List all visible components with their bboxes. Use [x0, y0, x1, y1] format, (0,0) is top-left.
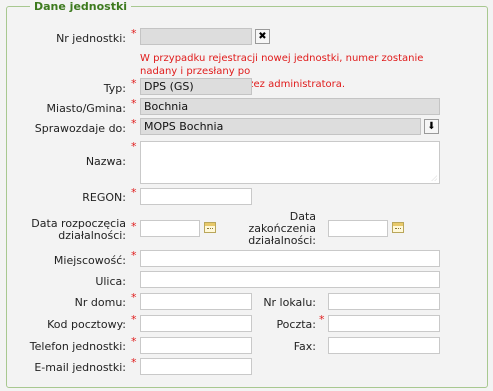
- nr-domu-input[interactable]: [140, 293, 252, 310]
- sprawozdaje-do-field: MOPS Bochnia: [140, 118, 421, 135]
- nr-jednostki-label: Nr jednostki:: [56, 32, 126, 45]
- required-marker: *: [131, 291, 137, 304]
- email-input[interactable]: [140, 358, 252, 375]
- resize-grip-icon[interactable]: [431, 175, 437, 181]
- typ-field: DPS (GS): [140, 78, 252, 95]
- sprawozdaje-do-label: Sprawozdaje do:: [34, 122, 126, 135]
- required-marker: *: [131, 220, 137, 233]
- nr-domu-label: Nr domu:: [74, 296, 126, 309]
- typ-label: Typ:: [103, 82, 126, 95]
- required-marker: *: [131, 27, 137, 40]
- poczta-label: Poczta:: [276, 318, 316, 331]
- nr-jednostki-field: [140, 28, 252, 45]
- data-zakonczenia-label: Data zakończenia działalności:: [248, 210, 316, 247]
- clear-nr-jednostki-button[interactable]: ✖: [255, 29, 270, 44]
- data-rozpoczecia-label: Data rozpoczęcia działalności:: [31, 217, 126, 242]
- download-arrow-icon: ⬇: [427, 121, 436, 132]
- ulica-label: Ulica:: [95, 275, 126, 288]
- nr-lokalu-input[interactable]: [328, 293, 440, 310]
- required-marker: *: [131, 335, 137, 348]
- required-marker: *: [131, 313, 137, 326]
- required-marker: *: [319, 313, 325, 326]
- nazwa-label: Nazwa:: [85, 155, 126, 168]
- telefon-label: Telefon jednostki:: [29, 340, 126, 353]
- regon-label: REGON:: [82, 191, 126, 204]
- fax-input[interactable]: [328, 337, 440, 354]
- miasto-gmina-field: Bochnia: [140, 98, 440, 115]
- fax-label: Fax:: [293, 340, 316, 353]
- required-marker: *: [131, 77, 137, 90]
- nazwa-textarea[interactable]: [140, 141, 440, 184]
- sprawozdaje-do-dropdown-button[interactable]: ⬇: [424, 119, 439, 134]
- regon-input[interactable]: [140, 188, 252, 205]
- ulica-input[interactable]: [140, 271, 440, 288]
- calendar-icon[interactable]: [204, 222, 216, 233]
- calendar-icon[interactable]: [392, 222, 404, 233]
- miejscowosc-label: Miejscowość:: [53, 254, 126, 267]
- poczta-input[interactable]: [328, 315, 440, 332]
- data-zakonczenia-input[interactable]: [328, 220, 388, 237]
- data-rozpoczecia-input[interactable]: [140, 220, 200, 237]
- required-marker: *: [131, 249, 137, 262]
- kod-pocztowy-label: Kod pocztowy:: [47, 318, 126, 331]
- miasto-gmina-label: Miasto/Gmina:: [46, 102, 126, 115]
- miejscowosc-input[interactable]: [140, 250, 440, 267]
- telefon-input[interactable]: [140, 337, 252, 354]
- close-icon: ✖: [258, 31, 267, 42]
- required-marker: *: [131, 97, 137, 110]
- fieldset-legend: Dane jednostki: [30, 0, 132, 13]
- email-label: E-mail jednostki:: [34, 361, 126, 374]
- required-marker: *: [131, 140, 137, 153]
- required-marker: *: [131, 117, 137, 130]
- nr-lokalu-label: Nr lokalu:: [263, 296, 316, 309]
- required-marker: *: [131, 356, 137, 369]
- kod-pocztowy-input[interactable]: [140, 315, 252, 332]
- required-marker: *: [131, 186, 137, 199]
